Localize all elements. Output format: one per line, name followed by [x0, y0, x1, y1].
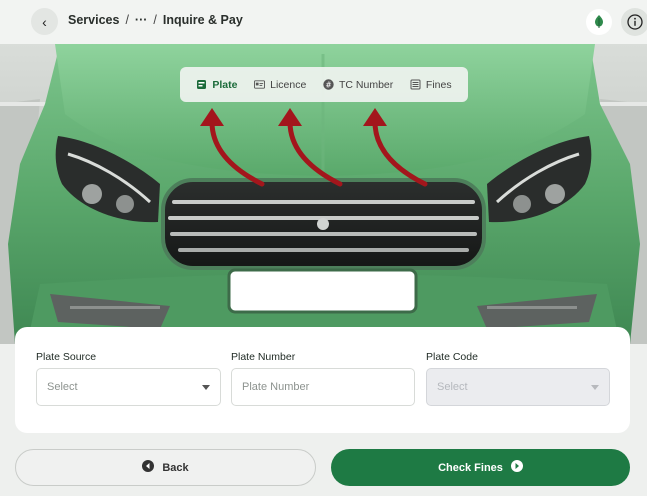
- tab-licence-label: Licence: [270, 78, 307, 91]
- plate-source-label: Plate Source: [36, 351, 97, 363]
- tab-fines-label: Fines: [425, 78, 452, 91]
- back-button[interactable]: Back: [15, 449, 316, 486]
- plate-code-select: Select: [426, 368, 610, 406]
- inquiry-type-tabs: Plate Licence # TC Number Fines: [180, 67, 468, 102]
- plate-number-label: Plate Number: [231, 351, 296, 363]
- tab-plate-label: Plate: [212, 78, 238, 91]
- back-circle-icon: [142, 460, 155, 475]
- breadcrumb: Services / ··· / Inquire & Pay: [68, 13, 243, 27]
- back-button-label: Back: [162, 461, 189, 474]
- license-plate: [227, 268, 418, 314]
- check-fines-label: Check Fines: [438, 461, 503, 474]
- back-arrow-icon[interactable]: ‹: [31, 8, 58, 35]
- list-icon: [410, 79, 421, 90]
- tab-plate[interactable]: Plate: [196, 79, 237, 91]
- tab-fines[interactable]: Fines: [410, 79, 452, 91]
- plate-source-value: Select: [47, 381, 78, 393]
- plate-number-placeholder: Plate Number: [242, 381, 310, 393]
- info-icon[interactable]: [621, 8, 647, 36]
- breadcrumb-ellipsis[interactable]: ···: [135, 13, 148, 27]
- licence-icon: [254, 79, 266, 90]
- tab-tc-number[interactable]: # TC Number: [323, 79, 393, 91]
- breadcrumb-services[interactable]: Services: [68, 13, 119, 27]
- top-bar: ‹ Services / ··· / Inquire & Pay: [0, 0, 647, 44]
- leaf-logo-icon[interactable]: [586, 9, 612, 35]
- tab-tc-number-label: TC Number: [338, 78, 394, 91]
- plate-code-value: Select: [437, 381, 468, 393]
- plate-icon: [196, 79, 207, 90]
- breadcrumb-separator: /: [125, 13, 129, 27]
- hash-icon: #: [323, 79, 334, 90]
- plate-source-select[interactable]: Select: [36, 368, 221, 406]
- chevron-down-icon: [202, 385, 210, 390]
- chevron-down-icon: [591, 385, 599, 390]
- svg-text:#: #: [325, 80, 331, 89]
- plate-number-input[interactable]: Plate Number: [231, 368, 415, 406]
- breadcrumb-current: Inquire & Pay: [162, 13, 243, 27]
- plate-code-label: Plate Code: [426, 351, 478, 363]
- plus-circle-icon: [510, 460, 523, 475]
- car-hero-image: Plate Licence # TC Number Fines: [0, 44, 647, 344]
- plate-form-card: Plate Source Select Plate Number Plate N…: [15, 327, 630, 433]
- check-fines-button[interactable]: Check Fines: [331, 449, 630, 486]
- breadcrumb-separator: /: [153, 13, 157, 27]
- tab-licence[interactable]: Licence: [254, 79, 306, 91]
